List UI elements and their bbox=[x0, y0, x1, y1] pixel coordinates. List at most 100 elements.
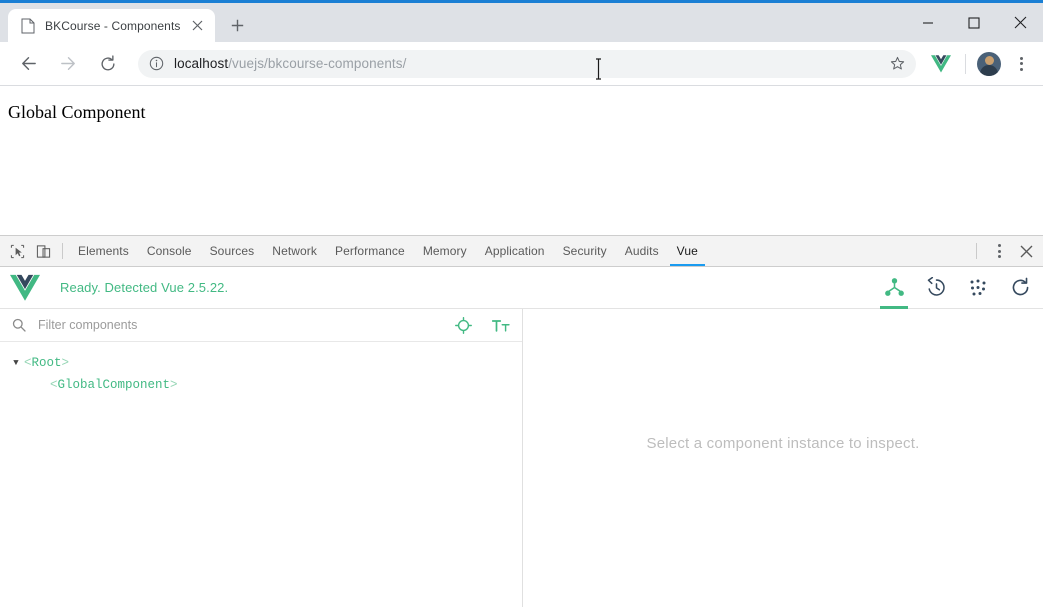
vue-devtools-panel: Ready. Detected Vue 2.5.22. Filter compo… bbox=[0, 267, 1043, 607]
devtools-divider bbox=[976, 243, 977, 259]
tab-label: Application bbox=[484, 244, 545, 258]
components-tab-icon[interactable] bbox=[880, 274, 908, 309]
inspect-element-icon[interactable] bbox=[4, 238, 30, 264]
tab-sources[interactable]: Sources bbox=[201, 236, 264, 266]
forward-button[interactable] bbox=[53, 49, 83, 79]
vue-logo-icon bbox=[10, 274, 40, 302]
tab-label: Sources bbox=[209, 244, 255, 258]
page-viewport: Global Component bbox=[0, 86, 1043, 235]
vue-extension-icon[interactable] bbox=[927, 50, 955, 78]
vue-panel-header: Ready. Detected Vue 2.5.22. bbox=[0, 267, 1043, 309]
page-icon bbox=[20, 18, 36, 34]
window-close-button[interactable] bbox=[997, 3, 1043, 42]
refresh-icon[interactable] bbox=[1009, 274, 1031, 302]
component-name: GlobalComponent bbox=[57, 378, 171, 392]
profile-avatar[interactable] bbox=[977, 51, 1001, 76]
tab-vue[interactable]: Vue bbox=[668, 236, 707, 266]
page-heading: Global Component bbox=[8, 102, 146, 122]
history-timetravel-icon[interactable] bbox=[925, 274, 947, 302]
tab-label: Console bbox=[146, 244, 192, 258]
plus-icon bbox=[231, 19, 244, 31]
devtools-tab-bar-actions bbox=[970, 237, 1039, 265]
url-path: /vuejs/bkcourse-components/ bbox=[228, 56, 407, 71]
browser-title-bar: BKCourse - Components bbox=[0, 0, 1043, 42]
tab-label: Performance bbox=[335, 244, 405, 258]
browser-window: BKCourse - Components localhost/vuejs/bk… bbox=[0, 0, 1043, 607]
minimize-icon bbox=[923, 21, 933, 24]
component-tree-pane: ▼ <Root> ▼ <GlobalComponent> bbox=[0, 309, 523, 607]
tab-security[interactable]: Security bbox=[554, 236, 616, 266]
kebab-dot bbox=[1019, 62, 1023, 65]
tab-performance[interactable]: Performance bbox=[326, 236, 414, 266]
toolbar-divider bbox=[965, 53, 966, 74]
devtools-tabs: Elements Console Sources Network Perform… bbox=[69, 236, 970, 266]
tab-label: Security bbox=[562, 244, 607, 258]
devtools-panel: Elements Console Sources Network Perform… bbox=[0, 235, 1043, 607]
chevron-down-icon[interactable]: ▼ bbox=[8, 358, 24, 368]
tab-title: BKCourse - Components bbox=[45, 18, 181, 33]
tab-network[interactable]: Network bbox=[263, 236, 326, 266]
address-bar[interactable]: localhost/vuejs/bkcourse-components/ bbox=[138, 49, 916, 78]
tab-audits[interactable]: Audits bbox=[616, 236, 668, 266]
browser-menu-button[interactable] bbox=[1007, 50, 1035, 78]
tag-close-bracket: > bbox=[170, 378, 178, 392]
tab-memory[interactable]: Memory bbox=[414, 236, 476, 266]
arrow-left-icon bbox=[21, 57, 36, 70]
tab-label: Network bbox=[272, 244, 318, 258]
tab-application[interactable]: Application bbox=[476, 236, 554, 266]
devtools-divider bbox=[62, 243, 63, 259]
tag-open-bracket: < bbox=[24, 356, 32, 370]
component-tree: ▼ <Root> ▼ <GlobalComponent> bbox=[0, 342, 522, 607]
component-name: Root bbox=[31, 356, 62, 370]
kebab-dot bbox=[1019, 56, 1023, 60]
new-tab-button[interactable] bbox=[223, 10, 253, 40]
vue-panel-body: ▼ <Root> ▼ <GlobalComponent> Select a co… bbox=[0, 309, 1043, 607]
browser-toolbar: localhost/vuejs/bkcourse-components/ bbox=[0, 42, 1043, 86]
detail-empty-message: Select a component instance to inspect. bbox=[646, 434, 920, 452]
filter-components-input[interactable] bbox=[38, 318, 436, 332]
devtools-tab-bar: Elements Console Sources Network Perform… bbox=[0, 236, 1043, 267]
tab-label: Elements bbox=[78, 244, 129, 258]
tab-strip: BKCourse - Components bbox=[0, 3, 253, 42]
maximize-icon bbox=[968, 16, 980, 29]
kebab-dot bbox=[1019, 67, 1023, 71]
events-dots-icon[interactable] bbox=[967, 274, 989, 302]
kebab-dot bbox=[997, 249, 1001, 253]
window-controls bbox=[905, 3, 1043, 42]
select-target-icon[interactable] bbox=[452, 314, 474, 336]
browser-tab[interactable]: BKCourse - Components bbox=[8, 9, 215, 42]
devtools-close-button[interactable] bbox=[1013, 238, 1039, 264]
component-detail-pane: Select a component instance to inspect. bbox=[523, 309, 1043, 607]
reload-button[interactable] bbox=[93, 49, 123, 79]
tab-label: Vue bbox=[676, 244, 698, 258]
url-host: localhost bbox=[174, 56, 229, 71]
devtools-more-button[interactable] bbox=[985, 237, 1013, 265]
text-size-icon[interactable] bbox=[490, 314, 512, 336]
device-toolbar-icon[interactable] bbox=[30, 238, 56, 264]
avatar-body bbox=[980, 64, 998, 76]
tag-close-bracket: > bbox=[61, 356, 70, 370]
reload-icon bbox=[101, 54, 115, 70]
tab-label: Memory bbox=[422, 244, 467, 258]
tab-elements[interactable]: Elements bbox=[69, 236, 138, 266]
close-icon bbox=[1014, 16, 1026, 29]
bookmark-star-icon[interactable] bbox=[884, 51, 910, 77]
back-button[interactable] bbox=[13, 49, 43, 79]
kebab-dot bbox=[997, 244, 1001, 247]
vue-panel-actions bbox=[880, 274, 1031, 309]
component-filter-bar bbox=[0, 309, 522, 342]
tab-console[interactable]: Console bbox=[138, 236, 201, 266]
tab-label: Audits bbox=[624, 244, 659, 258]
address-bar-url: localhost/vuejs/bkcourse-components/ bbox=[174, 56, 884, 71]
kebab-dot bbox=[997, 255, 1001, 258]
avatar-head bbox=[984, 55, 994, 65]
close-icon bbox=[1020, 245, 1032, 257]
arrow-right-icon bbox=[60, 57, 75, 70]
info-circle-icon[interactable] bbox=[148, 56, 164, 72]
tree-node-root[interactable]: ▼ < Root > bbox=[0, 352, 522, 374]
window-maximize-button[interactable] bbox=[951, 3, 997, 42]
tab-close-icon[interactable] bbox=[187, 15, 209, 37]
window-minimize-button[interactable] bbox=[905, 3, 951, 42]
vue-status-text: Ready. Detected Vue 2.5.22. bbox=[60, 280, 229, 295]
tree-node-globalcomponent[interactable]: ▼ <GlobalComponent> bbox=[0, 374, 522, 396]
